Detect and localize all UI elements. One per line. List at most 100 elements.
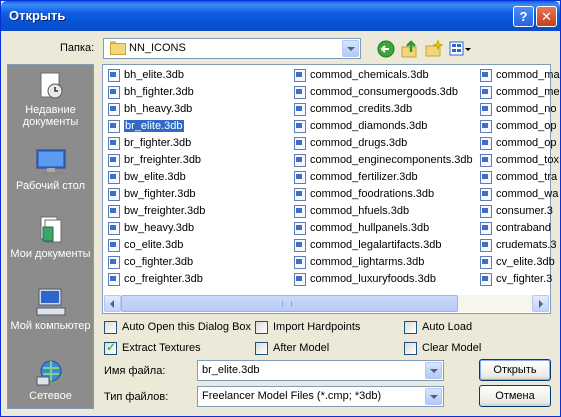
horizontal-scrollbar[interactable] [104,295,549,312]
file-item[interactable]: bh_heavy.3db [105,101,192,117]
file-name: bh_elite.3db [124,69,184,81]
place-mydocs[interactable]: Мои документы [8,215,93,260]
file-item[interactable]: commod_luxuryfoods.3db [291,271,436,287]
file-name: commod_fertilizer.3db [310,171,418,183]
file-item[interactable]: commod_tra [477,169,557,185]
file-item[interactable]: cv_fighter.3 [477,271,552,287]
file-3db-icon [293,86,306,99]
checkbox-box[interactable] [104,321,117,334]
filename-label: Имя файла: [104,365,166,377]
chevron-down-icon[interactable] [425,362,442,379]
file-item[interactable]: co_fighter.3db [105,254,193,270]
file-item[interactable]: contraband [477,220,551,236]
file-item[interactable]: commod_me [477,84,560,100]
filetype-combo[interactable]: Freelancer Model Files (*.cmp; *3db) [197,386,444,407]
file-item[interactable]: commod_lightarms.3db [291,254,424,270]
file-item[interactable]: commod_op [477,118,557,134]
file-item[interactable]: commod_legalartifacts.3db [291,237,441,253]
auto-load-checkbox[interactable]: Auto Load [404,321,472,335]
file-item[interactable]: commod_no [477,101,557,117]
file-name: br_elite.3db [123,119,185,133]
file-item[interactable]: bw_elite.3db [105,169,186,185]
checkbox-box[interactable] [255,342,268,355]
scroll-thumb[interactable] [121,295,458,312]
file-name: bw_freighter.3db [124,205,206,217]
file-name: commod_luxuryfoods.3db [310,273,436,285]
filename-combo[interactable]: br_elite.3db [197,360,444,381]
file-item[interactable]: br_elite.3db [105,118,185,134]
file-item[interactable]: co_freighter.3db [105,271,203,287]
cancel-button[interactable]: Отмена [479,385,551,407]
scroll-right-button[interactable] [532,295,549,312]
file-item[interactable]: br_fighter.3db [105,135,191,151]
file-3db-icon [293,222,306,235]
open-button[interactable]: Открыть [479,359,551,381]
file-item[interactable]: br_freighter.3db [105,152,201,168]
file-item[interactable]: commod_foodrations.3db [291,186,434,202]
file-item[interactable]: commod_ma [477,67,560,83]
file-item[interactable]: bh_elite.3db [105,67,184,83]
checkbox-box[interactable] [104,341,117,355]
file-item[interactable]: bw_heavy.3db [105,220,194,236]
view-menu-button[interactable] [448,39,472,59]
file-item[interactable]: bw_freighter.3db [105,203,205,219]
back-button[interactable] [376,39,396,59]
file-item[interactable]: commod_enginecomponents.3db [291,152,473,168]
place-mycomputer[interactable]: Мой компьютер [8,287,93,332]
file-3db-icon [479,239,492,252]
file-item[interactable]: commod_consumergoods.3db [291,84,458,100]
file-name: commod_no [496,103,557,115]
file-item[interactable]: crudemats.3 [477,237,557,253]
file-item[interactable]: cv_elite.3db [477,254,555,270]
extract-textures-checkbox[interactable]: Extract Textures [104,341,201,356]
file-name: bh_heavy.3db [124,103,193,115]
file-list[interactable]: bh_elite.3db bh_fighter.3db bh_heavy.3dbbr… [102,64,560,314]
close-button[interactable]: ✕ [536,6,557,27]
extract-textures-label: Extract Textures [122,342,201,354]
auto-open-checkbox[interactable]: Auto Open this Dialog Box [104,321,251,335]
file-item[interactable]: co_elite.3db [105,237,183,253]
checkbox-box[interactable] [404,321,417,334]
place-recent[interactable]: Недавние документы [8,71,93,128]
file-item[interactable]: commod_chemicals.3db [291,67,429,83]
scroll-left-button[interactable] [104,295,121,312]
lookin-combo[interactable]: NN_ICONS [103,38,361,59]
filetype-label: Тип файлов: [104,391,169,403]
after-model-checkbox[interactable]: After Model [255,342,329,356]
title-bar[interactable]: Открыть ? ✕ [1,1,560,31]
file-item[interactable]: bh_fighter.3db [105,84,194,100]
file-item[interactable]: commod_diamonds.3db [291,118,427,134]
up-folder-button[interactable] [400,39,420,59]
open-dialog: Открыть ? ✕ Папка: NN_ICONS Недавние док… [0,0,561,417]
file-3db-icon [293,256,306,269]
file-3db-icon [479,171,492,184]
help-button[interactable]: ? [513,6,534,27]
file-item[interactable]: commod_drugs.3db [291,135,407,151]
file-item[interactable]: commod_tox [477,152,559,168]
file-item[interactable]: commod_wa [477,186,558,202]
place-mydocs-label: Мои документы [10,248,91,260]
file-name: co_elite.3db [124,239,184,251]
import-hardpoints-checkbox[interactable]: Import Hardpoints [255,321,360,335]
checkbox-box[interactable] [404,342,417,355]
lookin-label: Папка: [60,42,95,54]
file-item[interactable]: commod_op [477,135,557,151]
chevron-down-icon[interactable] [425,388,442,405]
file-item[interactable]: commod_hfuels.3db [291,203,409,219]
file-item[interactable]: commod_credits.3db [291,101,412,117]
place-network-label: Сетевое [29,390,72,402]
file-item[interactable]: commod_fertilizer.3db [291,169,418,185]
new-folder-button[interactable] [424,39,444,59]
file-name: commod_diamonds.3db [310,120,428,132]
file-item[interactable]: bw_fighter.3db [105,186,196,202]
place-network[interactable]: Сетевое [8,357,93,402]
checkbox-box[interactable] [255,321,268,334]
filename-input[interactable]: br_elite.3db [202,364,260,376]
clear-model-checkbox[interactable]: Clear Model [404,342,481,356]
chevron-down-icon[interactable] [342,40,359,57]
place-desktop[interactable]: Рабочий стол [8,147,93,192]
file-name: co_fighter.3db [124,256,194,268]
file-item[interactable]: commod_hullpanels.3db [291,220,429,236]
file-name: commod_tox [496,154,559,166]
file-item[interactable]: consumer.3 [477,203,553,219]
